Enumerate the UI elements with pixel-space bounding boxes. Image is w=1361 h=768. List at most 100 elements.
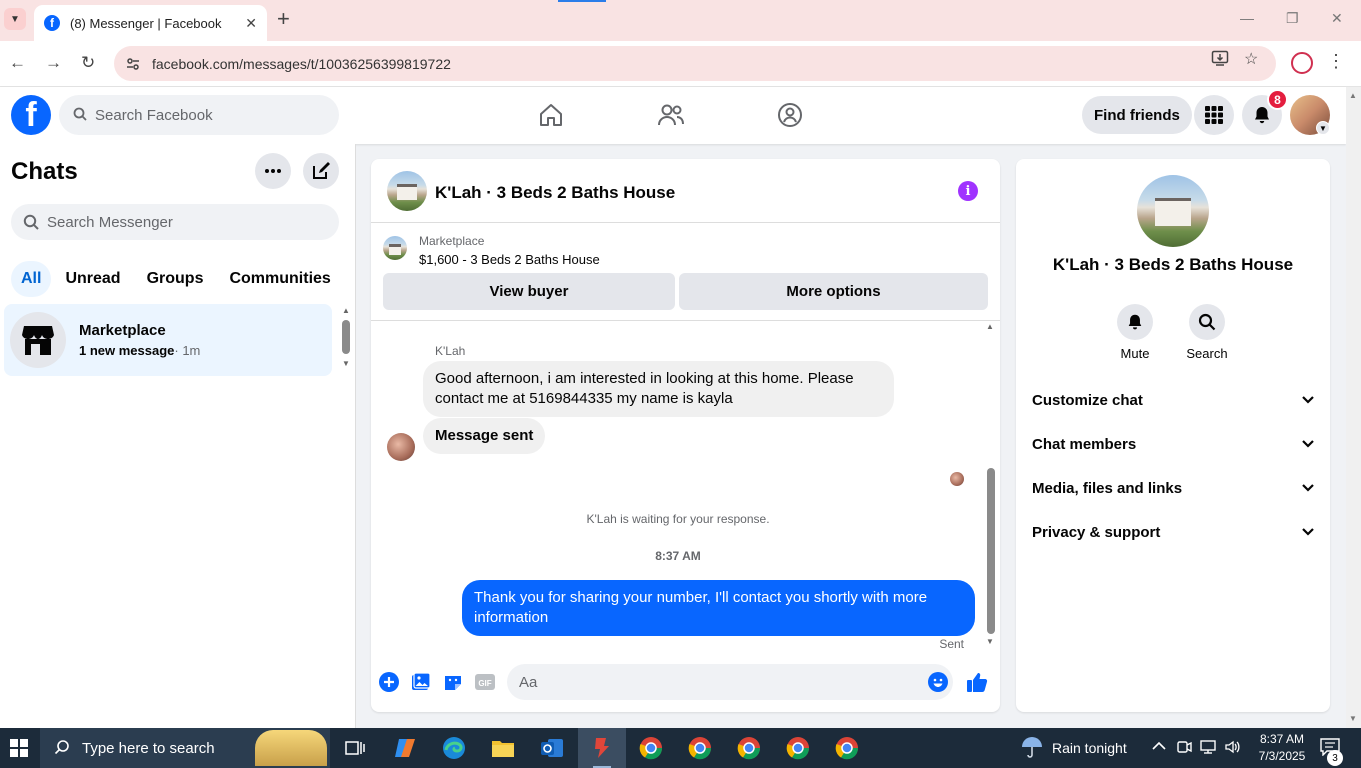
friends-icon[interactable]: [657, 101, 685, 129]
site-settings-icon[interactable]: [120, 51, 146, 77]
find-friends-button[interactable]: Find friends: [1082, 96, 1192, 134]
conversation-header: K'Lah · 3 Beds 2 Baths House i: [371, 159, 1000, 223]
outlook-icon[interactable]: [538, 734, 566, 762]
browser-profile-icon[interactable]: [1291, 52, 1313, 74]
bookmark-star-icon[interactable]: ☆: [1244, 49, 1258, 69]
marketplace-store-icon: [10, 312, 66, 368]
search-icon[interactable]: [1189, 304, 1225, 340]
chrome-profile-icon[interactable]: [686, 734, 714, 762]
emoji-icon[interactable]: [927, 671, 949, 693]
search-action[interactable]: Search: [1177, 304, 1237, 361]
tab-close-icon[interactable]: ✕: [245, 15, 257, 32]
filter-communities[interactable]: Communities: [217, 261, 342, 297]
copilot-icon[interactable]: [391, 734, 419, 762]
conversation-avatar[interactable]: [387, 171, 427, 211]
search-icon: [73, 107, 87, 124]
gif-icon[interactable]: GIF: [474, 671, 496, 693]
scroll-up-icon[interactable]: ▲: [342, 306, 350, 315]
filter-unread[interactable]: Unread: [53, 261, 132, 297]
grid-icon: [1205, 106, 1223, 124]
chat-options-button[interactable]: [255, 153, 291, 189]
network-icon[interactable]: [1200, 739, 1216, 758]
forward-arrow-icon[interactable]: →: [45, 53, 62, 73]
windows-start-icon[interactable]: [10, 739, 28, 757]
address-bar[interactable]: facebook.com/messages/t/1003625639981972…: [114, 46, 1276, 81]
section-chat-members[interactable]: Chat members: [1032, 432, 1314, 456]
scroll-up-icon[interactable]: ▲: [986, 322, 994, 331]
window-close-icon[interactable]: ✕: [1331, 10, 1343, 27]
listing-thumbnail[interactable]: [383, 236, 407, 260]
facebook-logo[interactable]: f: [11, 95, 51, 135]
auto-reply-bubble[interactable]: Message sent: [423, 418, 546, 454]
chrome-profile-icon[interactable]: [784, 734, 812, 762]
minimize-icon[interactable]: —: [1240, 10, 1254, 26]
section-customize-chat[interactable]: Customize chat: [1032, 388, 1314, 412]
sender-avatar[interactable]: [387, 433, 415, 461]
listing-title[interactable]: $1,600 - 3 Beds 2 Baths House: [419, 252, 600, 267]
pinned-app-icon[interactable]: [588, 734, 616, 762]
sidebar-scrollbar[interactable]: ▲ ▼: [340, 306, 350, 370]
menu-grid-button[interactable]: [1194, 95, 1234, 135]
page-scrollbar[interactable]: ▲ ▼: [1346, 87, 1361, 728]
chrome-profile-icon[interactable]: [735, 734, 763, 762]
thumbs-up-icon[interactable]: [966, 671, 988, 693]
chat-item-marketplace[interactable]: Marketplace 1 new message· 1m: [4, 304, 332, 376]
scroll-down-icon[interactable]: ▼: [342, 359, 350, 368]
taskbar-search-input[interactable]: Type here to search: [40, 728, 330, 768]
more-options-button[interactable]: More options: [679, 273, 988, 310]
conversation-title[interactable]: K'Lah · 3 Beds 2 Baths House: [435, 183, 675, 203]
taskbar-clock[interactable]: 8:37 AM 7/3/2025: [1252, 731, 1312, 765]
install-app-icon[interactable]: [1211, 49, 1229, 72]
restore-icon[interactable]: ❐: [1286, 10, 1299, 27]
meet-now-icon[interactable]: [1176, 739, 1192, 758]
conversation-scrollbar[interactable]: ▲ ▼: [985, 322, 997, 652]
sticker-icon[interactable]: [442, 671, 464, 693]
weather-widget[interactable]: Rain tonight: [1020, 728, 1127, 768]
message-composer: GIF: [371, 660, 1000, 704]
info-avatar[interactable]: [1137, 175, 1209, 247]
plus-circle-icon[interactable]: [378, 671, 400, 693]
outgoing-message-bubble[interactable]: Thank you for sharing your number, I'll …: [462, 580, 975, 636]
message-input[interactable]: [507, 664, 953, 700]
filter-all[interactable]: All: [11, 261, 52, 297]
browser-menu-icon[interactable]: ⋮: [1327, 51, 1345, 72]
filter-groups[interactable]: Groups: [135, 261, 216, 297]
edge-browser-icon[interactable]: [440, 734, 468, 762]
mute-action[interactable]: Mute: [1105, 304, 1165, 361]
messenger-search-input[interactable]: Search Messenger: [11, 204, 339, 240]
volume-icon[interactable]: [1224, 739, 1240, 758]
section-label: Media, files and links: [1032, 479, 1183, 497]
chrome-profile-icon[interactable]: [637, 734, 665, 762]
gif-label: GIF: [478, 679, 491, 688]
conversation-info-icon[interactable]: i: [958, 181, 978, 201]
messenger-search-placeholder: Search Messenger: [47, 213, 173, 231]
section-media-files-links[interactable]: Media, files and links: [1032, 476, 1314, 500]
scroll-up-icon[interactable]: ▲: [1349, 91, 1357, 100]
tray-chevron-up-icon[interactable]: [1152, 739, 1166, 754]
chrome-profile-icon[interactable]: [833, 734, 861, 762]
home-icon[interactable]: [537, 101, 565, 129]
view-buyer-button[interactable]: View buyer: [383, 273, 675, 310]
facebook-search-input[interactable]: Search Facebook: [59, 95, 339, 135]
file-explorer-icon[interactable]: [489, 734, 517, 762]
groups-icon[interactable]: [776, 101, 804, 129]
marketplace-label: Marketplace: [419, 234, 485, 248]
photo-attach-icon[interactable]: [410, 671, 432, 693]
sidebar-scroll-thumb[interactable]: [342, 320, 350, 354]
tab-search-menu-button[interactable]: ▼: [4, 8, 26, 30]
reload-icon[interactable]: ↻: [81, 53, 95, 73]
scroll-down-icon[interactable]: ▼: [986, 637, 994, 646]
info-name: K'Lah · 3 Beds 2 Baths House: [1052, 255, 1294, 274]
scroll-down-icon[interactable]: ▼: [1349, 714, 1357, 723]
chevron-down-icon: [1302, 525, 1314, 539]
conversation-scroll-thumb[interactable]: [987, 468, 995, 634]
mute-bell-icon[interactable]: [1117, 304, 1153, 340]
section-privacy-support[interactable]: Privacy & support: [1032, 520, 1314, 544]
new-message-button[interactable]: [303, 153, 339, 189]
task-view-icon[interactable]: [341, 734, 369, 762]
incoming-message-bubble[interactable]: Good afternoon, i am interested in looki…: [423, 361, 894, 417]
new-tab-button[interactable]: +: [277, 8, 290, 30]
back-arrow-icon[interactable]: ←: [9, 53, 26, 73]
account-chevron-down-icon[interactable]: ▼: [1316, 121, 1330, 135]
browser-tab-messenger[interactable]: f (8) Messenger | Facebook ✕: [34, 5, 267, 41]
